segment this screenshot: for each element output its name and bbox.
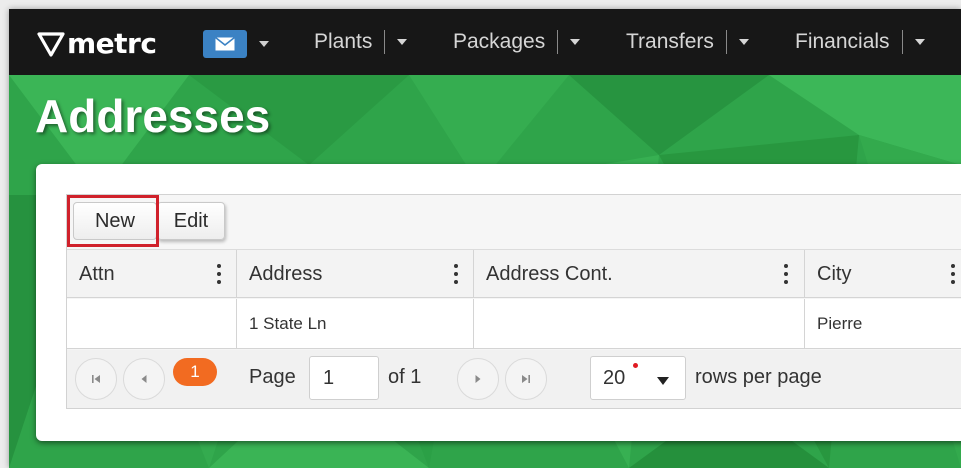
- grid-toolbar: New Edit: [67, 195, 961, 250]
- chevron-down-icon: [657, 377, 669, 385]
- shield-logo-icon: [37, 31, 65, 57]
- next-page-icon: [475, 375, 481, 383]
- pager: 1 Page 1 of 1 20 rows per page: [67, 350, 961, 408]
- page-label: Page: [249, 366, 296, 388]
- nav-plants[interactable]: Plants: [314, 9, 408, 75]
- nav-separator: [725, 30, 727, 54]
- addresses-grid: New Edit Attn Address Address Cont. City…: [66, 194, 961, 409]
- nav-transfers-label: Transfers: [626, 30, 714, 53]
- page-total-label: of 1: [388, 366, 422, 388]
- rows-per-page-value: 20: [603, 367, 626, 389]
- first-page-icon: [92, 375, 100, 383]
- messages-dropdown-caret[interactable]: [259, 41, 269, 47]
- last-page-button[interactable]: [505, 358, 547, 400]
- chevron-down-icon: [570, 39, 581, 45]
- column-label: Attn: [79, 262, 115, 285]
- nav-separator: [384, 30, 386, 54]
- column-menu-icon[interactable]: [784, 264, 788, 284]
- required-dot-icon: [633, 363, 638, 368]
- nav-financials[interactable]: Financials: [795, 9, 925, 75]
- column-header-address[interactable]: Address: [237, 250, 474, 298]
- column-menu-icon[interactable]: [217, 264, 221, 284]
- mail-icon: [215, 37, 235, 51]
- top-navbar: metrc Plants Packages Transfers Financia…: [9, 9, 961, 75]
- app-window: metrc Plants Packages Transfers Financia…: [9, 9, 961, 468]
- nav-separator: [901, 30, 903, 54]
- prev-page-icon: [141, 375, 147, 383]
- cell-attn: [67, 299, 237, 349]
- logo-text: metrc: [67, 27, 157, 60]
- addresses-card: New Edit Attn Address Address Cont. City…: [36, 164, 961, 441]
- next-page-button[interactable]: [457, 358, 499, 400]
- column-label: Address Cont.: [486, 262, 613, 285]
- column-header-attn[interactable]: Attn: [67, 250, 237, 298]
- nav-transfers[interactable]: Transfers: [626, 9, 749, 75]
- cell-city: Pierre: [817, 314, 863, 333]
- nav-packages-label: Packages: [453, 30, 546, 53]
- column-header-city[interactable]: City: [805, 250, 961, 298]
- last-page-icon: [522, 375, 530, 383]
- column-header-address-cont[interactable]: Address Cont.: [474, 250, 805, 298]
- current-page-badge[interactable]: 1: [173, 358, 217, 386]
- table-row[interactable]: 1 State Ln Pierre: [67, 299, 961, 349]
- nav-separator: [557, 30, 559, 54]
- nav-plants-label: Plants: [314, 30, 373, 53]
- first-page-button[interactable]: [75, 358, 117, 400]
- chevron-down-icon: [914, 39, 925, 45]
- rows-per-page-label: rows per page: [695, 366, 822, 388]
- chevron-down-icon: [397, 39, 408, 45]
- page-title: Addresses: [35, 90, 271, 142]
- chevron-down-icon: [738, 39, 749, 45]
- column-menu-icon[interactable]: [454, 264, 458, 284]
- prev-page-button[interactable]: [123, 358, 165, 400]
- rows-per-page-select[interactable]: 20: [590, 356, 686, 400]
- column-label: Address: [249, 262, 323, 285]
- cell-address-cont: [474, 299, 805, 349]
- nav-financials-label: Financials: [795, 30, 890, 53]
- column-menu-icon[interactable]: [951, 264, 955, 284]
- edit-button[interactable]: Edit: [157, 202, 225, 240]
- column-label: City: [817, 262, 852, 285]
- grid-header: Attn Address Address Cont. City: [67, 250, 961, 298]
- new-button-highlight: [67, 195, 159, 247]
- nav-packages[interactable]: Packages: [453, 9, 581, 75]
- page-number-input[interactable]: 1: [309, 356, 379, 400]
- messages-button[interactable]: [203, 30, 247, 58]
- metrc-logo[interactable]: metrc: [37, 27, 157, 60]
- cell-address: 1 State Ln: [237, 299, 474, 349]
